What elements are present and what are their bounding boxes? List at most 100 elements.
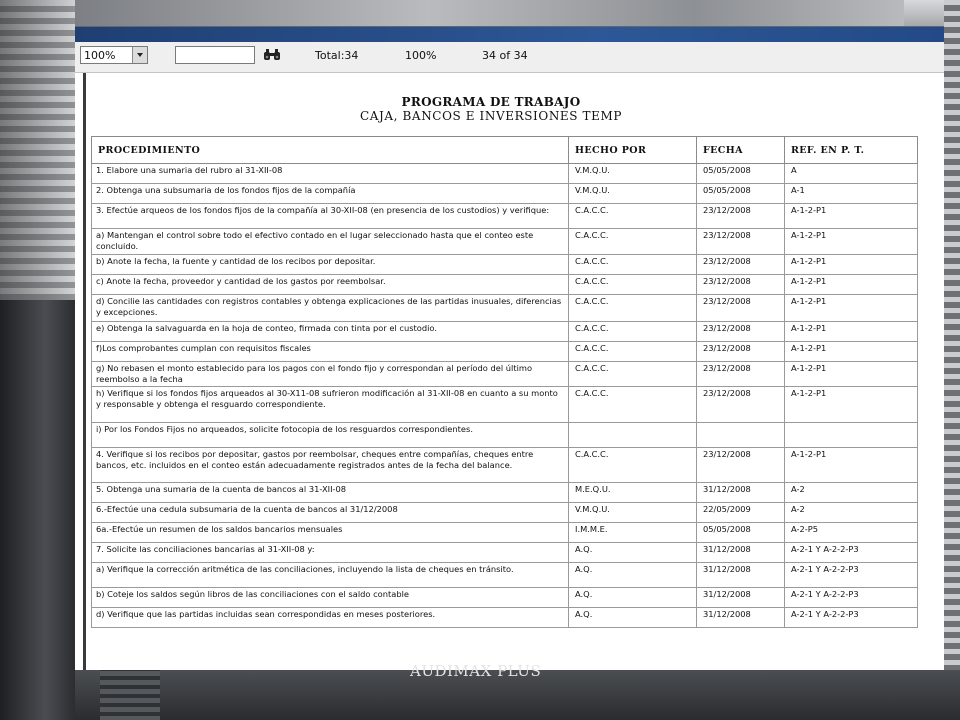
cell-procedimiento: e) Obtenga la salvaguarda en la hoja de … [91, 321, 569, 342]
cell-hecho-por: C.A.C.C. [568, 228, 697, 255]
cell-procedimiento: d) Concilie las cantidades con registros… [91, 294, 569, 322]
cell-ref: A-1-2-P1 [784, 386, 918, 423]
cell-ref: A-2 [784, 482, 918, 503]
table-row: 6.-Efectúe una cedula subsumaria de la c… [91, 502, 918, 523]
chevron-down-icon[interactable] [132, 47, 147, 63]
cell-hecho-por: C.A.C.C. [568, 386, 697, 423]
cell-hecho-por: A.Q. [568, 607, 697, 628]
cell-ref: A-1-2-P1 [784, 447, 918, 483]
cell-ref: A-2-1 Y A-2-2-P3 [784, 607, 918, 628]
table-row: 5. Obtenga una sumaria de la cuenta de b… [91, 482, 918, 503]
column-header-ref: REF. EN P. T. [784, 136, 918, 164]
cell-ref [784, 422, 918, 448]
column-header-fecha: FECHA [696, 136, 785, 164]
background-building-right [944, 0, 960, 720]
cell-procedimiento: b) Coteje los saldos según libros de las… [91, 587, 569, 608]
cell-procedimiento: c) Anote la fecha, proveedor y cantidad … [91, 274, 569, 295]
table-row: i) Por los Fondos Fijos no arqueados, so… [91, 422, 918, 448]
table-row: a) Verifique la corrección aritmética de… [91, 562, 918, 588]
cell-ref: A-1-2-P1 [784, 361, 918, 387]
table-row: e) Obtenga la salvaguarda en la hoja de … [91, 321, 918, 342]
cell-fecha [696, 422, 785, 448]
table-row: c) Anote la fecha, proveedor y cantidad … [91, 274, 918, 295]
cell-hecho-por: C.A.C.C. [568, 294, 697, 322]
cell-procedimiento: 6a.-Efectúe un resumen de los saldos ban… [91, 522, 569, 543]
cell-hecho-por: C.A.C.C. [568, 203, 697, 229]
binoculars-icon[interactable] [263, 48, 281, 61]
cell-procedimiento: d) Verifique que las partidas incluidas … [91, 607, 569, 628]
cell-ref: A-1-2-P1 [784, 228, 918, 255]
cell-fecha: 05/05/2008 [696, 522, 785, 543]
cell-ref: A-2-1 Y A-2-2-P3 [784, 542, 918, 563]
page-position-label: 34 of 34 [482, 49, 528, 62]
report-page: PROGRAMA DE TRABAJO CAJA, BANCOS E INVER… [83, 73, 944, 670]
cell-fecha: 31/12/2008 [696, 607, 785, 628]
cell-hecho-por: C.A.C.C. [568, 447, 697, 483]
cell-procedimiento: 5. Obtenga una sumaria de la cuenta de b… [91, 482, 569, 503]
table-row: 2. Obtenga una subsumaria de los fondos … [91, 183, 918, 204]
cell-hecho-por: I.M.M.E. [568, 522, 697, 543]
cell-ref: A-1-2-P1 [784, 341, 918, 362]
zoom-select[interactable]: 100% [80, 46, 148, 64]
cell-fecha: 23/12/2008 [696, 447, 785, 483]
cell-fecha: 23/12/2008 [696, 386, 785, 423]
cell-ref: A-2-1 Y A-2-2-P3 [784, 587, 918, 608]
cell-procedimiento: a) Mantengan el control sobre todo el ef… [91, 228, 569, 255]
cell-fecha: 23/12/2008 [696, 341, 785, 362]
table-row: d) Concilie las cantidades con registros… [91, 294, 918, 322]
cell-hecho-por: A.Q. [568, 587, 697, 608]
cell-procedimiento: b) Anote la fecha, la fuente y cantidad … [91, 254, 569, 275]
cell-fecha: 23/12/2008 [696, 294, 785, 322]
cell-procedimiento: a) Verifique la corrección aritmética de… [91, 562, 569, 588]
cell-ref: A-1-2-P1 [784, 203, 918, 229]
cell-fecha: 31/12/2008 [696, 587, 785, 608]
column-header-hecho-por: HECHO POR [568, 136, 697, 164]
cell-hecho-por: A.Q. [568, 562, 697, 588]
cell-fecha: 23/12/2008 [696, 228, 785, 255]
cell-ref: A-1-2-P1 [784, 274, 918, 295]
table-row: 6a.-Efectúe un resumen de los saldos ban… [91, 522, 918, 543]
cell-hecho-por: A.Q. [568, 542, 697, 563]
cell-fecha: 23/12/2008 [696, 274, 785, 295]
cell-fecha: 23/12/2008 [696, 203, 785, 229]
background-right-top [904, 0, 944, 26]
column-header-procedimiento: PROCEDIMIENTO [91, 136, 569, 164]
zoom-percent-label: 100% [405, 49, 437, 62]
cell-procedimiento: h) Verifique si los fondos fijos arquead… [91, 386, 569, 423]
cell-ref: A-2-P5 [784, 522, 918, 543]
cell-hecho-por: V.M.Q.U. [568, 163, 697, 184]
cell-fecha: 31/12/2008 [696, 542, 785, 563]
zoom-select-value: 100% [84, 49, 116, 62]
cell-fecha: 05/05/2008 [696, 183, 785, 204]
cell-procedimiento: g) No rebasen el monto establecido para … [91, 361, 569, 387]
table-row: d) Verifique que las partidas incluidas … [91, 607, 918, 628]
search-input[interactable] [175, 46, 255, 64]
cell-hecho-por: C.A.C.C. [568, 341, 697, 362]
cell-ref: A-1-2-P1 [784, 294, 918, 322]
table-row: f)Los comprobantes cumplan con requisito… [91, 341, 918, 362]
cell-fecha: 23/12/2008 [696, 361, 785, 387]
cell-hecho-por [568, 422, 697, 448]
cell-fecha: 31/12/2008 [696, 562, 785, 588]
cell-hecho-por: C.A.C.C. [568, 274, 697, 295]
cell-ref: A [784, 163, 918, 184]
cell-procedimiento: 4. Verifique si los recibos por deposita… [91, 447, 569, 483]
cell-procedimiento: f)Los comprobantes cumplan con requisito… [91, 341, 569, 362]
report-subtitle: CAJA, BANCOS E INVERSIONES TEMP [359, 109, 623, 123]
table-row: b) Anote la fecha, la fuente y cantidad … [91, 254, 918, 275]
cell-hecho-por: C.A.C.C. [568, 361, 697, 387]
report-viewer-window: 100% Total:34 100% 34 of 34 PROGRAMA DE … [75, 27, 944, 670]
cell-hecho-por: M.E.Q.U. [568, 482, 697, 503]
cell-fecha: 23/12/2008 [696, 254, 785, 275]
watermark: AUDIMAX PLUS [410, 662, 542, 680]
report-title: PROGRAMA DE TRABAJO [401, 95, 581, 109]
cell-ref: A-1-2-P1 [784, 321, 918, 342]
table-row: b) Coteje los saldos según libros de las… [91, 587, 918, 608]
total-pages-label: Total:34 [315, 49, 359, 62]
viewer-toolbar: 100% Total:34 100% 34 of 34 [75, 42, 944, 73]
cell-fecha: 31/12/2008 [696, 482, 785, 503]
table-row: 3. Efectúe arqueos de los fondos fijos d… [91, 203, 918, 229]
table-row: 1. Elabore una sumaria del rubro al 31-X… [91, 163, 918, 184]
table-row: g) No rebasen el monto establecido para … [91, 361, 918, 387]
cell-procedimiento: 1. Elabore una sumaria del rubro al 31-X… [91, 163, 569, 184]
